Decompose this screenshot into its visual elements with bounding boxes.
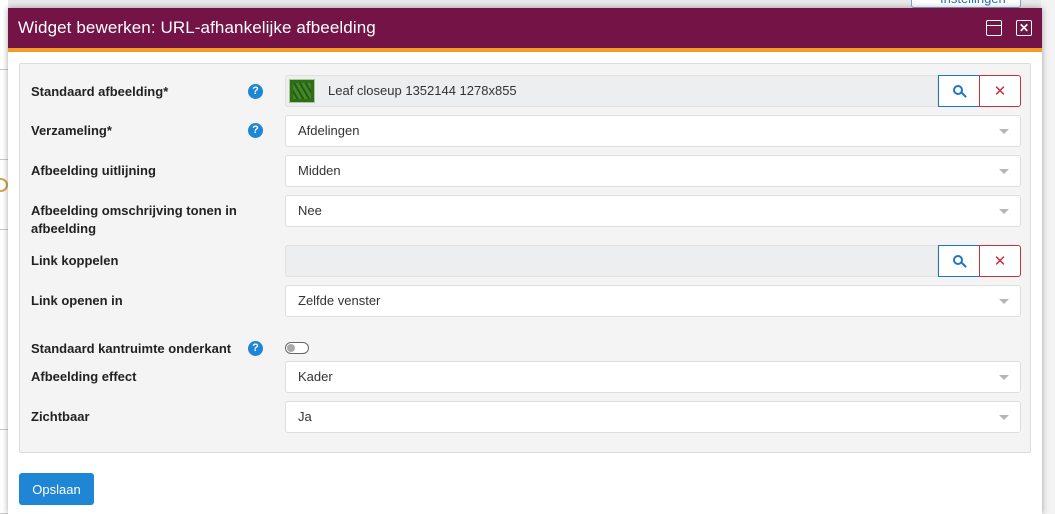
field-label: Zichtbaar	[31, 409, 90, 424]
dialog-title: Widget bewerken: URL-afhankelijke afbeel…	[18, 18, 376, 37]
visible-select[interactable]: Ja	[285, 401, 1021, 433]
collection-select[interactable]: Afdelingen	[285, 115, 1021, 147]
background-fragment	[1041, 0, 1055, 514]
chevron-down-icon	[999, 129, 1009, 134]
chevron-down-icon	[999, 209, 1009, 214]
background-fragment	[0, 230, 8, 430]
image-thumbnail	[289, 79, 315, 103]
clear-link-button[interactable]: ✕	[979, 245, 1021, 277]
show-description-value: Nee	[298, 203, 322, 218]
help-icon[interactable]: ?	[248, 84, 263, 99]
link-open-value: Zelfde venster	[298, 293, 381, 308]
close-icon[interactable]: ✕	[1016, 20, 1032, 36]
field-label: Afbeelding uitlijning	[31, 163, 156, 178]
link-field[interactable]	[285, 245, 938, 277]
alignment-value: Midden	[298, 163, 341, 178]
background-fragment	[0, 0, 8, 70]
search-link-button[interactable]	[938, 245, 980, 277]
field-label: Link openen in	[31, 293, 123, 308]
settings-button[interactable]: Instellingen	[911, 0, 1021, 8]
close-icon: ✕	[993, 83, 1007, 100]
save-button[interactable]: Opslaan	[19, 473, 94, 505]
chevron-down-icon	[999, 169, 1009, 174]
field-label: Verzameling*	[31, 123, 112, 138]
visible-value: Ja	[298, 409, 312, 424]
form-panel: Standaard afbeelding* ? Leaf closeup 135…	[19, 63, 1031, 453]
link-open-select[interactable]: Zelfde venster	[285, 285, 1021, 317]
standard-image-field[interactable]: Leaf closeup 1352144 1278x855	[285, 75, 938, 107]
standard-image-value: Leaf closeup 1352144 1278x855	[328, 83, 517, 98]
chevron-down-icon	[999, 299, 1009, 304]
widget-edit-dialog: Widget bewerken: URL-afhankelijke afbeel…	[8, 8, 1042, 514]
margin-bottom-toggle[interactable]	[285, 342, 309, 354]
effect-value: Kader	[298, 369, 333, 384]
dialog-header: Widget bewerken: URL-afhankelijke afbeel…	[8, 8, 1042, 52]
close-icon: ✕	[993, 253, 1007, 270]
field-label: Standaard kantruimte onderkant	[31, 341, 232, 356]
alignment-select[interactable]: Midden	[285, 155, 1021, 187]
field-label: Link koppelen	[31, 253, 119, 268]
maximize-icon[interactable]	[986, 20, 1002, 36]
background-fragment	[0, 160, 8, 230]
help-icon[interactable]: ?	[248, 341, 263, 356]
show-description-select[interactable]: Nee	[285, 195, 1021, 227]
clear-image-button[interactable]: ✕	[979, 75, 1021, 107]
background-fragment	[0, 430, 8, 514]
field-label: Afbeelding effect	[31, 369, 137, 384]
background-fragment	[0, 70, 8, 160]
search-icon	[953, 85, 963, 95]
collection-value: Afdelingen	[298, 123, 360, 138]
field-label: Standaard afbeelding*	[31, 84, 169, 99]
search-icon	[953, 255, 963, 265]
field-label: Afbeelding omschrijving tonen in afbeeld…	[31, 203, 237, 236]
search-image-button[interactable]	[938, 75, 980, 107]
effect-select[interactable]: Kader	[285, 361, 1021, 393]
chevron-down-icon	[999, 375, 1009, 380]
chevron-down-icon	[999, 415, 1009, 420]
help-icon[interactable]: ?	[248, 123, 263, 138]
